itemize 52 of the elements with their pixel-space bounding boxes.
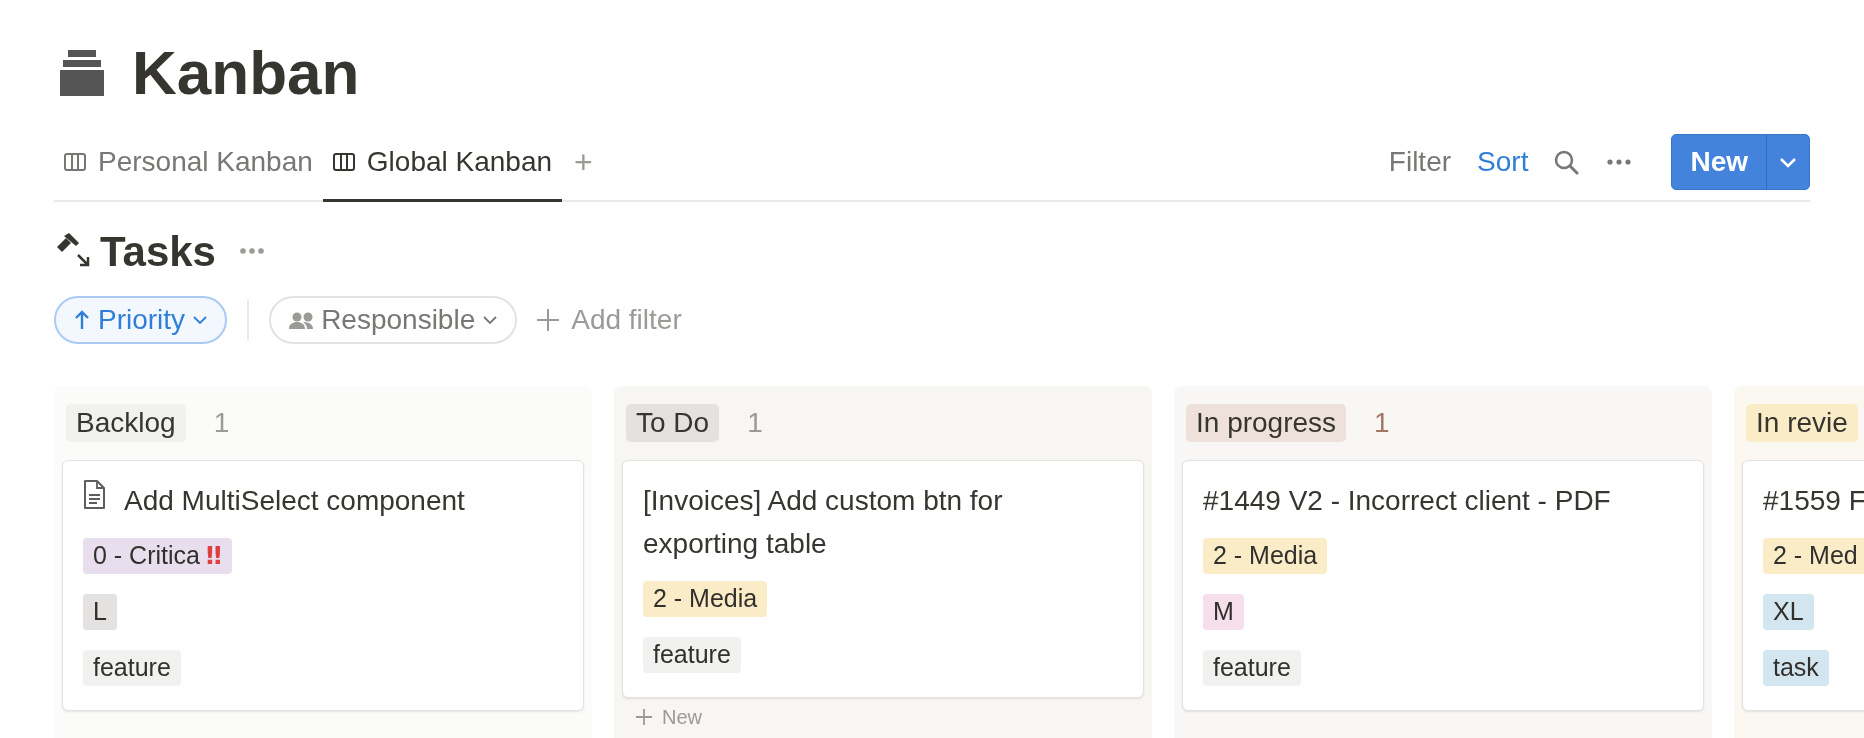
more-icon[interactable] — [1607, 159, 1632, 165]
tag: 0 - Critica ‼ — [83, 538, 232, 574]
tag: feature — [83, 650, 181, 686]
inbox-stack-icon — [60, 50, 104, 96]
tag: feature — [643, 637, 741, 673]
people-icon — [289, 311, 314, 329]
column-count: 1 — [747, 406, 763, 440]
chevron-down-icon — [483, 315, 498, 325]
add-card-button[interactable]: New — [622, 702, 702, 732]
tag: M — [1203, 594, 1244, 630]
column-label: In progress — [1186, 404, 1347, 442]
add-view-button[interactable]: + — [562, 146, 605, 178]
board-icon — [332, 152, 355, 171]
toolbar-button[interactable]: Sort — [1477, 141, 1529, 183]
board-icon — [64, 152, 86, 171]
more-icon[interactable] — [240, 248, 264, 254]
document-icon — [83, 480, 106, 509]
toolbar-button[interactable]: Filter — [1388, 141, 1452, 183]
column-count: 1 — [1374, 406, 1390, 440]
task-card[interactable]: #1559 F 2 - Med XL task — [1742, 460, 1864, 711]
chevron-down-icon — [193, 315, 208, 325]
filter-chip[interactable]: Priority — [54, 296, 228, 344]
card-title: #1559 F — [1763, 484, 1864, 518]
tag: feature — [1203, 650, 1301, 686]
task-card[interactable]: #1449 V2 - Incorrect client - PDF 2 - Media M feature — [1182, 460, 1704, 711]
plus-icon — [537, 309, 560, 331]
page-title: Kanban — [132, 42, 360, 104]
view-tab[interactable]: Personal Kanban — [54, 124, 323, 202]
tag: 2 - Med — [1763, 538, 1864, 574]
column-label: To Do — [626, 404, 720, 442]
filter-chip[interactable]: Responsible — [269, 296, 518, 344]
column-count: 1 — [213, 406, 230, 440]
tag: task — [1763, 650, 1829, 686]
card-title: #1449 V2 - Incorrect client - PDF — [1203, 484, 1611, 518]
arrow-up-icon — [74, 309, 90, 331]
task-card[interactable]: Add MultiSelect component 0 - Critica ‼ L feature — [62, 460, 584, 711]
tag: 2 - Media — [1203, 538, 1328, 574]
database-title: Tasks — [100, 226, 216, 277]
new-button[interactable]: New — [1671, 134, 1810, 190]
tag: XL — [1763, 594, 1814, 630]
task-card[interactable]: [Invoices] Add custom btn for exporting table 2 - Media feature — [622, 460, 1144, 698]
tag: L — [83, 594, 117, 630]
column-label: Backlog — [66, 404, 186, 442]
column-label: In revie — [1746, 404, 1858, 442]
card-title: [Invoices] Add custom btn for exporting table — [643, 484, 1004, 561]
chevron-down-icon[interactable] — [1779, 156, 1797, 168]
plus-icon — [636, 709, 652, 725]
search-icon[interactable] — [1554, 149, 1580, 175]
tag: 2 - Media — [643, 581, 768, 617]
view-tab[interactable]: Global Kanban — [322, 124, 563, 202]
card-title: Add MultiSelect component — [124, 484, 465, 518]
add-filter-button[interactable]: Add filter — [537, 299, 682, 341]
